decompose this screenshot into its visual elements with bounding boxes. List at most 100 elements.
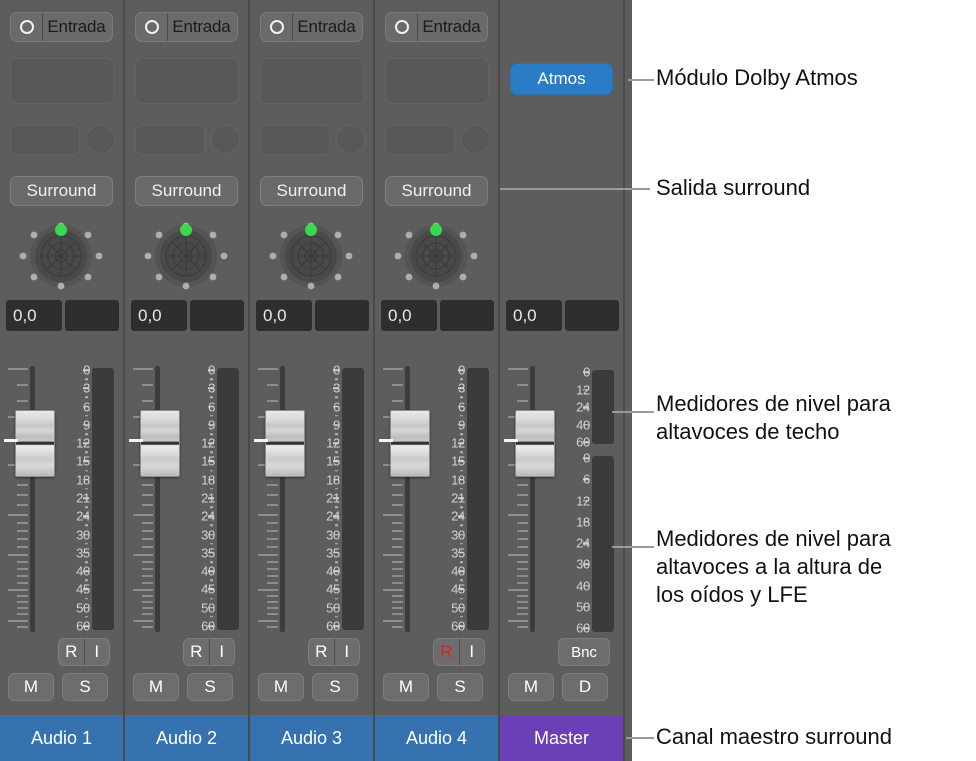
fader[interactable] — [379, 362, 430, 634]
surround-panner[interactable] — [138, 212, 234, 300]
send-row — [10, 125, 115, 155]
output-selector-button[interactable]: Surround — [385, 176, 488, 206]
pan-value-text: 0,0 — [138, 306, 162, 325]
record-enable-button[interactable]: R — [434, 639, 460, 665]
input-monitor-button[interactable]: I — [460, 639, 485, 665]
solo-button[interactable]: S — [312, 673, 358, 701]
meter-scale-tick — [333, 625, 339, 627]
fader-track[interactable] — [530, 366, 535, 632]
input-record-circle-cell[interactable] — [11, 13, 43, 41]
record-and-input-buttons[interactable]: RI — [58, 638, 110, 666]
input-monitor-button[interactable]: I — [335, 639, 360, 665]
fader[interactable] — [254, 362, 305, 634]
fader-tick — [517, 626, 528, 628]
output-selector-button[interactable]: Surround — [10, 176, 113, 206]
solo-button[interactable]: S — [437, 673, 483, 701]
pan-value-field[interactable]: 0,0 — [131, 300, 187, 331]
pan-value-field[interactable]: 0,0 — [506, 300, 562, 331]
fader-handle[interactable] — [265, 410, 305, 477]
pan-value-field[interactable]: 0,0 — [381, 300, 437, 331]
send-slot[interactable] — [135, 125, 205, 155]
fader-tick — [392, 538, 403, 540]
record-and-input-buttons[interactable]: RI — [308, 638, 360, 666]
atmos-plugin-button[interactable]: Atmos — [510, 63, 613, 95]
channel-name-plate[interactable]: Master — [500, 715, 625, 761]
meter-scale-tick — [583, 441, 589, 443]
fader[interactable] — [129, 362, 180, 634]
mute-button[interactable]: M — [8, 673, 54, 701]
meter-scale-minor-tick — [210, 396, 213, 399]
record-enable-button[interactable]: R — [59, 639, 85, 665]
channel-name-plate[interactable]: Audio 4 — [375, 715, 500, 761]
fader-track[interactable] — [405, 366, 410, 632]
meter-scale-tick — [83, 442, 89, 444]
surround-panner[interactable] — [263, 212, 359, 300]
channel-name-plate[interactable]: Audio 1 — [0, 715, 125, 761]
insert-slot[interactable] — [10, 58, 114, 104]
send-level-knob[interactable] — [461, 125, 490, 154]
pan-value-field-secondary[interactable] — [65, 300, 119, 331]
mute-button[interactable]: M — [383, 673, 429, 701]
atmos-plugin-slot[interactable] — [510, 92, 613, 112]
output-selector-button[interactable]: Surround — [260, 176, 363, 206]
record-and-input-buttons[interactable]: RI — [433, 638, 485, 666]
fader-handle[interactable] — [15, 410, 55, 477]
solo-button[interactable]: S — [187, 673, 233, 701]
channel-name-plate[interactable]: Audio 3 — [250, 715, 375, 761]
fader-handle[interactable] — [390, 410, 430, 477]
record-and-input-buttons[interactable]: RI — [183, 638, 235, 666]
channel-strip-audio-2: Entrada Surround 0,0 0369121518212430354045… — [125, 0, 250, 761]
input-record-circle-cell[interactable] — [261, 13, 293, 41]
surround-panner[interactable] — [13, 212, 109, 300]
fader-tick — [267, 494, 278, 496]
surround-panner[interactable] — [388, 212, 484, 300]
input-monitor-button[interactable]: I — [85, 639, 110, 665]
send-slot[interactable] — [10, 125, 80, 155]
insert-slot[interactable] — [260, 58, 364, 104]
meter-scale-minor-tick — [460, 506, 463, 508]
send-level-knob[interactable] — [86, 125, 115, 154]
meter-scale-minor-tick — [460, 433, 463, 435]
fader-handle[interactable] — [140, 410, 180, 477]
solo-button[interactable]: S — [62, 673, 108, 701]
output-selector-button[interactable]: Surround — [135, 176, 238, 206]
fader-track[interactable] — [155, 366, 160, 632]
pan-value-field-secondary[interactable] — [440, 300, 494, 331]
send-level-knob[interactable] — [211, 125, 240, 154]
fader-tick — [267, 530, 278, 532]
fader[interactable] — [504, 362, 555, 634]
insert-slot[interactable] — [385, 58, 489, 104]
fader-handle[interactable] — [515, 410, 555, 477]
dim-button[interactable]: D — [562, 673, 608, 701]
send-level-knob[interactable] — [336, 125, 365, 154]
insert-slot[interactable] — [135, 58, 239, 104]
send-slot[interactable] — [260, 125, 330, 155]
pan-value-field-secondary[interactable] — [315, 300, 369, 331]
mute-button[interactable]: M — [258, 673, 304, 701]
record-enable-button[interactable]: R — [184, 639, 210, 665]
pan-value-field-secondary[interactable] — [565, 300, 619, 331]
pan-value-field[interactable]: 0,0 — [256, 300, 312, 331]
meter-scale-minor-tick — [85, 451, 88, 454]
record-enable-button[interactable]: R — [309, 639, 335, 665]
pan-value-field-secondary[interactable] — [190, 300, 244, 331]
fader-track[interactable] — [30, 366, 35, 632]
input-selector-button[interactable]: Entrada — [385, 12, 488, 42]
channel-name-plate[interactable]: Audio 2 — [125, 715, 250, 761]
input-monitor-button[interactable]: I — [210, 639, 235, 665]
pan-value-field[interactable]: 0,0 — [6, 300, 62, 331]
input-selector-button[interactable]: Entrada — [260, 12, 363, 42]
send-slot[interactable] — [385, 125, 455, 155]
meter-scale-tick — [583, 371, 589, 373]
mute-button[interactable]: M — [133, 673, 179, 701]
input-record-circle-cell[interactable] — [386, 13, 418, 41]
fader-track[interactable] — [280, 366, 285, 632]
input-record-circle-cell[interactable] — [136, 13, 168, 41]
input-selector-button[interactable]: Entrada — [135, 12, 238, 42]
bounce-button[interactable]: Bnc — [558, 638, 610, 666]
mute-button[interactable]: M — [508, 673, 554, 701]
fader[interactable] — [4, 362, 55, 634]
input-selector-button[interactable]: Entrada — [10, 12, 113, 42]
leader-line-ear-level-meters — [612, 546, 654, 548]
fader-tick — [142, 626, 153, 628]
